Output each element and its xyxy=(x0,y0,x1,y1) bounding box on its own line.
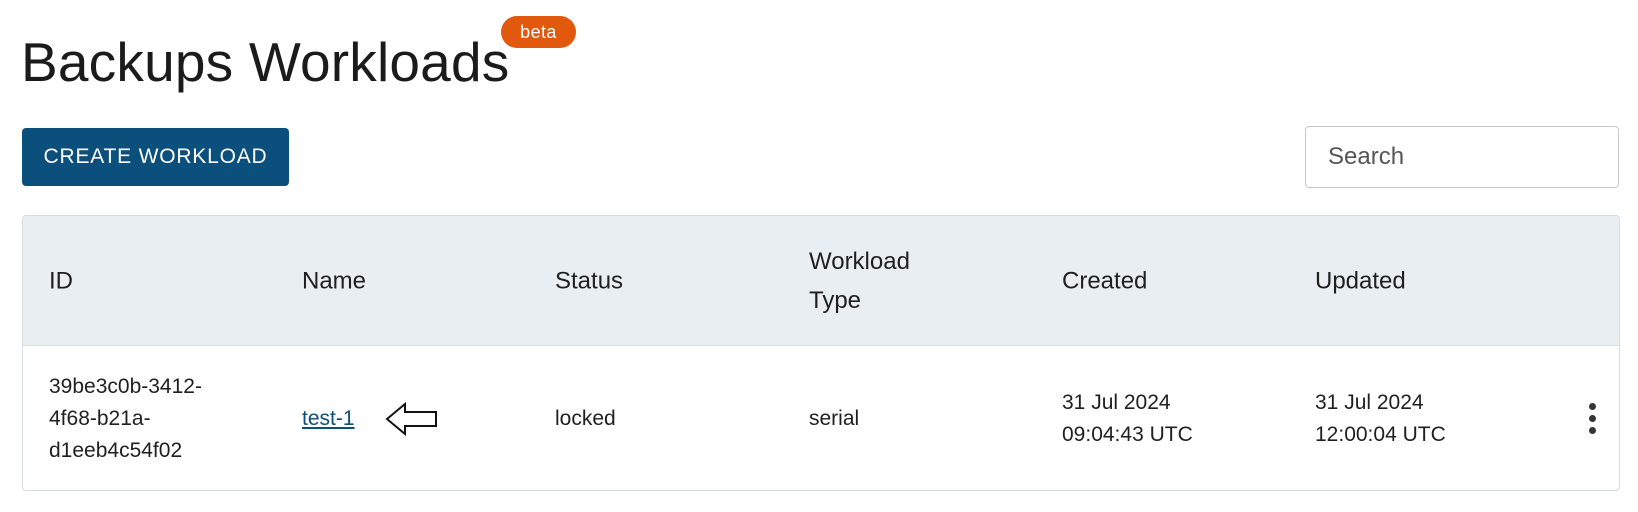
column-header-workload-type[interactable]: Workload Type xyxy=(809,242,910,320)
more-dot xyxy=(1589,427,1596,434)
more-dot xyxy=(1589,403,1596,410)
create-workload-button[interactable]: CREATE WORKLOAD xyxy=(22,128,289,186)
updated-date: 31 Jul 2024 xyxy=(1315,391,1424,414)
beta-badge: beta xyxy=(501,16,576,48)
page-title: Backups Workloads xyxy=(21,31,510,93)
arrow-left-outline-icon xyxy=(385,401,437,437)
column-header-status[interactable]: Status xyxy=(555,261,623,300)
table-row: 39be3c0b-3412- 4f68-b21a- d1eeb4c54f02 t… xyxy=(23,346,1619,490)
workload-name-link[interactable]: test-1 xyxy=(302,407,355,430)
column-header-id[interactable]: ID xyxy=(49,261,73,300)
workloads-table: ID Name Status Workload Type Created Upd… xyxy=(22,215,1620,491)
cell-workload-type: serial xyxy=(809,407,860,430)
table-header: ID Name Status Workload Type Created Upd… xyxy=(23,216,1619,346)
created-time: 09:04:43 UTC xyxy=(1062,423,1193,446)
more-dot xyxy=(1589,415,1596,422)
column-header-name[interactable]: Name xyxy=(302,261,366,300)
column-header-created[interactable]: Created xyxy=(1062,261,1147,300)
cell-id: 39be3c0b-3412- 4f68-b21a- d1eeb4c54f02 xyxy=(49,375,202,462)
more-vertical-icon[interactable] xyxy=(1581,399,1605,439)
cell-updated: 31 Jul 2024 12:00:04 UTC xyxy=(1315,387,1446,451)
cell-name: test-1 xyxy=(302,403,355,435)
column-header-updated[interactable]: Updated xyxy=(1315,261,1406,300)
created-date: 31 Jul 2024 xyxy=(1062,391,1171,414)
cell-created: 31 Jul 2024 09:04:43 UTC xyxy=(1062,387,1193,451)
updated-time: 12:00:04 UTC xyxy=(1315,423,1446,446)
cell-status: locked xyxy=(555,407,616,430)
search-input[interactable] xyxy=(1305,126,1619,188)
